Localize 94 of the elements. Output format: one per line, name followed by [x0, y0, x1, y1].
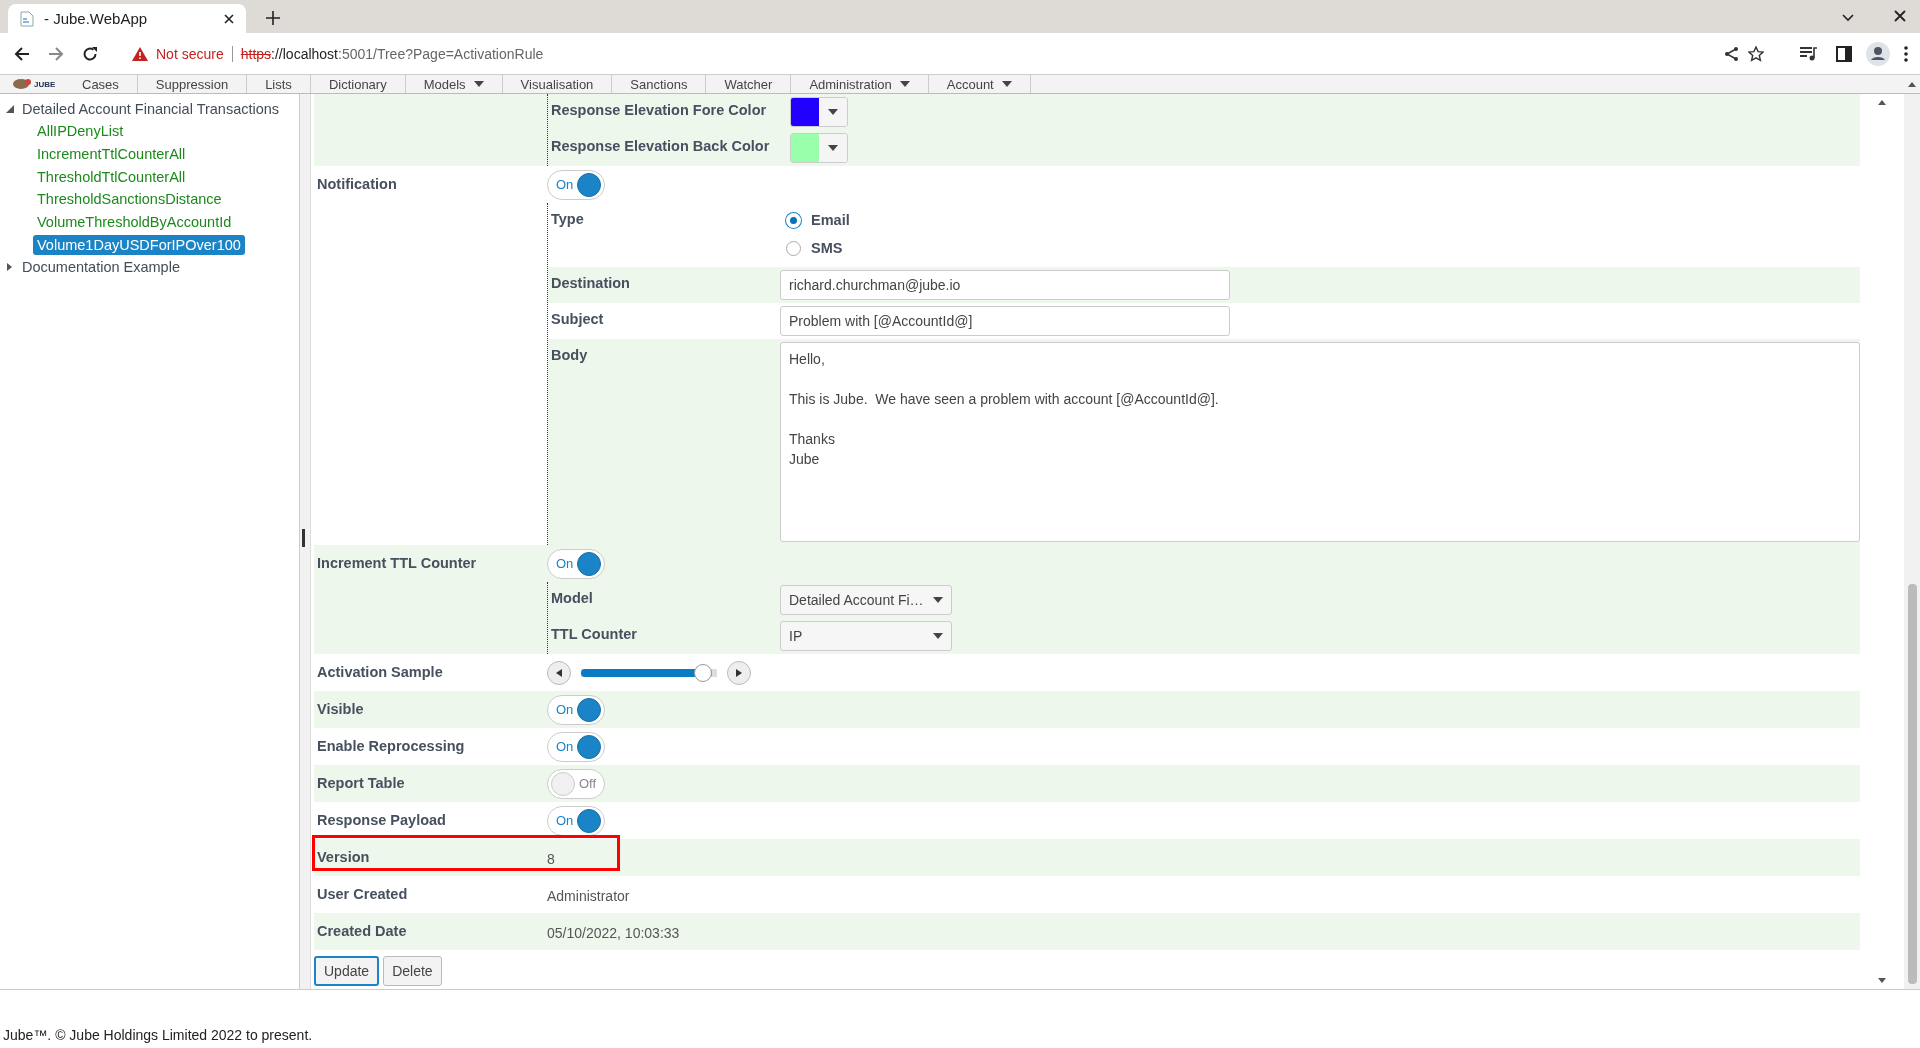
reload-icon[interactable] [82, 45, 98, 62]
tree-item[interactable]: ThresholdSanctionsDistance [33, 189, 226, 210]
field-label: Increment TTL Counter [317, 555, 477, 571]
menu-item[interactable]: Cases [64, 75, 138, 93]
menu-item[interactable]: Visualisation [502, 75, 613, 93]
tree-item[interactable]: VolumeThresholdByAccountId [33, 212, 236, 233]
splitter-handle[interactable] [302, 529, 305, 547]
toggle-switch[interactable]: On [547, 731, 605, 762]
menu-item[interactable]: Models [405, 75, 503, 93]
toggle-switch[interactable]: On [547, 805, 605, 836]
field-label: TTL Counter [551, 626, 637, 642]
tree-node[interactable]: Documentation Example [22, 259, 180, 276]
field-label: Model [551, 590, 593, 606]
body-textarea[interactable]: Hello, This is Jube. We have seen a problem with account [@AccountId@]. Thanks Jube [780, 342, 1860, 542]
browser-tab[interactable]: - Jube.WebApp [8, 4, 246, 33]
field-label: Notification [317, 176, 397, 192]
field-value: 8 [547, 849, 555, 867]
url-text[interactable]: https://localhost:5001/Tree?Page=ActivationRule [240, 45, 544, 62]
slider-left-button[interactable] [547, 660, 571, 685]
share-icon[interactable] [1724, 45, 1740, 62]
text-field[interactable]: Problem with [@AccountId@] [780, 306, 1230, 336]
warning-icon [132, 46, 148, 61]
radio-dot[interactable] [786, 240, 801, 256]
forward-icon[interactable] [48, 45, 64, 62]
left-arrow-icon [556, 668, 562, 677]
field-label: Visible [317, 701, 364, 717]
scroll-up-icon[interactable] [1878, 100, 1886, 105]
action-button[interactable]: Update [314, 956, 380, 986]
tree-node[interactable]: Detailed Account Financial Transactions [22, 101, 280, 117]
toggle-switch[interactable]: Off [547, 768, 605, 799]
field-label: Subject [551, 311, 604, 327]
playlist-icon[interactable] [1800, 46, 1818, 61]
action-button[interactable]: Delete [383, 956, 442, 986]
tree-item[interactable]: AllIPDenyList [33, 121, 128, 142]
menu-item[interactable]: Sanctions [612, 75, 707, 93]
field-label: Enable Reprocessing [317, 738, 465, 754]
caret-icon [828, 109, 838, 115]
toggle-switch[interactable]: On [547, 548, 605, 579]
toggle-switch[interactable]: On [547, 169, 605, 200]
security-warning[interactable]: Not secure [156, 45, 224, 62]
tree-item[interactable]: Volume1DayUSDForIPOver100 [33, 234, 245, 255]
field-label: Report Table [317, 775, 405, 791]
menu-item[interactable]: Suppression [137, 75, 248, 93]
text-field[interactable]: richard.churchman@jube.io [780, 270, 1230, 300]
footer-text: Jube™. © Jube Holdings Limited 2022 to present. [3, 1027, 313, 1043]
radio-option[interactable]: SMS [780, 240, 856, 256]
field-label: Type [551, 211, 584, 227]
tree-item[interactable]: ThresholdTtlCounterAll [33, 166, 190, 187]
back-icon[interactable] [14, 45, 30, 62]
scroll-up-icon[interactable] [1908, 81, 1916, 87]
slider-right-button[interactable] [727, 660, 751, 685]
menu-item[interactable]: Administration [791, 75, 929, 93]
field-label: Body [551, 347, 588, 363]
field-label: User Created [317, 886, 408, 902]
field-value: 05/10/2022, 10:03:33 [547, 923, 680, 941]
menu-item[interactable]: Watcher [706, 75, 792, 93]
page-icon [20, 10, 34, 27]
logo-icon [12, 78, 32, 90]
menu-item[interactable]: Dictionary [310, 75, 406, 93]
field-label: Destination [551, 275, 630, 291]
scroll-down-icon[interactable] [1878, 978, 1886, 983]
field-label: Version [317, 849, 370, 865]
star-icon[interactable] [1748, 45, 1764, 62]
close-icon[interactable] [224, 13, 234, 24]
collapse-arrow-icon[interactable] [6, 105, 14, 113]
select-dropdown[interactable]: IP [780, 621, 952, 651]
page-scrollbar[interactable] [1904, 94, 1920, 989]
new-tab-icon[interactable] [266, 11, 280, 25]
color-picker[interactable] [790, 133, 848, 163]
close-icon[interactable] [1894, 10, 1906, 22]
field-label: Created Date [317, 923, 407, 939]
avatar-icon[interactable] [1866, 41, 1890, 66]
tree-item[interactable]: IncrementTtlCounterAll [33, 144, 190, 165]
caret-icon [933, 597, 943, 603]
side-panel-icon[interactable] [1836, 45, 1852, 62]
field-label: Response Elevation Fore Color [551, 102, 767, 118]
select-dropdown[interactable]: Detailed Account Fi… [780, 585, 952, 615]
radio-option[interactable]: Email [780, 212, 856, 228]
chevron-down-icon[interactable] [1842, 14, 1854, 22]
expand-arrow-icon[interactable] [6, 263, 14, 272]
slider-thumb[interactable] [694, 663, 713, 682]
field-value: Administrator [547, 886, 630, 904]
field-label: Activation Sample [317, 664, 443, 680]
menu-icon[interactable] [1904, 45, 1908, 62]
caret-icon [828, 145, 838, 151]
field-label: Response Elevation Back Color [551, 138, 770, 154]
menu-item[interactable]: Lists [247, 75, 311, 93]
logo-text: JUBE [34, 79, 56, 89]
caret-icon [933, 633, 943, 639]
menu-item[interactable]: Account [928, 75, 1031, 93]
right-arrow-icon [736, 668, 742, 677]
field-label: Response Payload [317, 812, 446, 828]
toggle-switch[interactable]: On [547, 694, 605, 725]
color-picker[interactable] [790, 97, 848, 127]
